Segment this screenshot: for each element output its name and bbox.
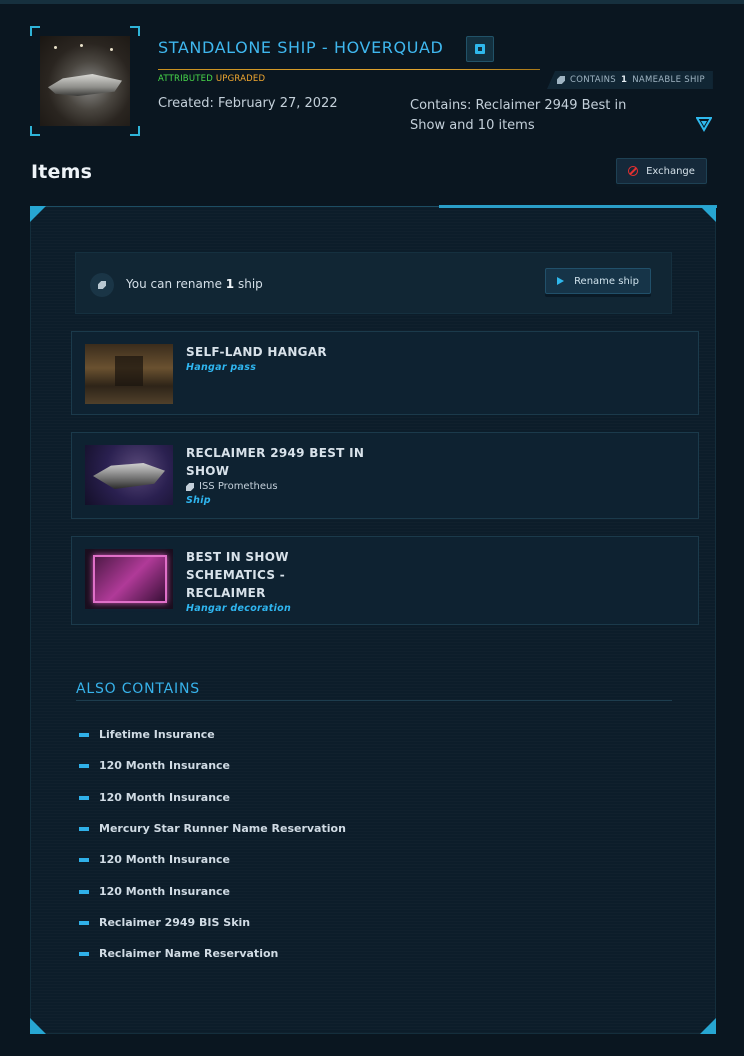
rename-count: 1	[225, 277, 235, 291]
also-item-label: Lifetime Insurance	[99, 728, 215, 741]
ship-name-row: ISS Prometheus	[186, 480, 366, 494]
package-thumbnail[interactable]	[30, 26, 140, 136]
also-contains-divider	[76, 700, 672, 701]
dash-icon	[79, 795, 89, 800]
panel-corner	[700, 206, 716, 222]
dash-icon	[79, 826, 89, 831]
also-item: Reclaimer 2949 BIS Skin	[79, 916, 250, 929]
panel-corner	[700, 1018, 716, 1034]
hoverquad-image	[40, 36, 130, 126]
nameable-ship-badge: CONTAINS 1 NAMEABLE SHIP	[547, 71, 713, 89]
also-item-label: 120 Month Insurance	[99, 885, 231, 898]
rename-suffix: ship	[237, 277, 263, 291]
also-item-label: Reclaimer 2949 BIS Skin	[99, 916, 251, 929]
package-tags: ATTRIBUTED UPGRADED	[158, 74, 265, 84]
item-type: Hangar pass	[186, 362, 257, 373]
item-name: BEST IN SHOW SCHEMATICS - RECLAIMER	[186, 550, 289, 600]
rename-prefix: You can rename	[126, 277, 222, 291]
also-item: 120 Month Insurance	[79, 791, 230, 804]
panel-top-border	[45, 206, 439, 207]
ship-shape	[93, 463, 165, 489]
panel-top-accent	[439, 205, 717, 208]
item-info: RECLAIMER 2949 BEST IN SHOW ISS Promethe…	[186, 444, 366, 507]
item-name: SELF-LAND HANGAR	[186, 345, 327, 359]
title-underline	[158, 69, 540, 70]
attributed-tag: ATTRIBUTED	[158, 74, 213, 84]
item-info: SELF-LAND HANGAR Hangar pass	[186, 343, 366, 374]
item-info: BEST IN SHOW SCHEMATICS - RECLAIMER Hang…	[186, 548, 306, 615]
nameable-prefix: CONTAINS	[570, 75, 616, 85]
dash-icon	[79, 889, 89, 894]
item-card-hangar[interactable]: SELF-LAND HANGAR Hangar pass	[71, 331, 699, 415]
tag-icon	[98, 281, 106, 289]
contains-summary: Contains: Reclaimer 2949 Best in Show an…	[410, 98, 627, 133]
package-title[interactable]: STANDALONE SHIP - HOVERQUAD	[158, 38, 443, 57]
items-panel: You can rename 1 ship Rename ship SELF-L…	[30, 205, 717, 1034]
play-icon	[557, 277, 565, 285]
rename-tag-badge	[90, 273, 114, 297]
chip-button[interactable]	[466, 36, 494, 62]
rename-text: You can rename 1 ship	[126, 277, 263, 291]
top-divider	[0, 0, 744, 4]
chip-icon	[475, 44, 485, 54]
also-item: 120 Month Insurance	[79, 853, 230, 866]
also-item-label: 120 Month Insurance	[99, 759, 231, 772]
exchange-label: Exchange	[646, 165, 695, 177]
item-type: Hangar decoration	[186, 603, 292, 614]
also-item-label: 120 Month Insurance	[99, 853, 231, 866]
hangar-light	[54, 46, 57, 49]
hangar-light	[80, 44, 83, 47]
item-card-ship[interactable]: RECLAIMER 2949 BEST IN SHOW ISS Promethe…	[71, 432, 699, 519]
also-item-label: Reclaimer Name Reservation	[99, 947, 279, 960]
dash-icon	[79, 920, 89, 925]
expand-chevron-icon[interactable]	[696, 116, 712, 132]
hangar-image	[85, 344, 173, 404]
schematic-frame	[93, 555, 167, 603]
also-item: Mercury Star Runner Name Reservation	[79, 822, 346, 835]
schematics-image	[85, 549, 173, 609]
rename-ship-button[interactable]: Rename ship	[545, 268, 651, 294]
also-item-label: Mercury Star Runner Name Reservation	[99, 822, 346, 835]
frame-corner	[130, 26, 140, 36]
also-item: 120 Month Insurance	[79, 759, 230, 772]
also-contains-heading: ALSO CONTAINS	[76, 681, 200, 697]
frame-corner	[30, 26, 40, 36]
also-item: Lifetime Insurance	[79, 728, 215, 741]
dash-icon	[79, 732, 89, 737]
tag-icon	[186, 483, 194, 491]
hangar-light	[110, 48, 113, 51]
frame-corner	[130, 126, 140, 136]
exchange-button[interactable]: Exchange	[616, 158, 707, 184]
dash-icon	[79, 763, 89, 768]
ban-icon	[628, 166, 639, 176]
dash-icon	[79, 951, 89, 956]
ship-custom-name: ISS Prometheus	[199, 481, 278, 492]
upgraded-tag: UPGRADED	[215, 74, 266, 84]
panel-corner	[30, 206, 46, 222]
rename-notice: You can rename 1 ship Rename ship	[75, 252, 672, 314]
also-item: Reclaimer Name Reservation	[79, 947, 278, 960]
tag-icon	[557, 76, 565, 84]
created-date: Created: February 27, 2022	[158, 96, 338, 111]
panel-corner	[30, 1018, 46, 1034]
nameable-suffix: NAMEABLE SHIP	[632, 75, 705, 85]
frame-corner	[30, 126, 40, 136]
items-heading: Items	[31, 161, 93, 183]
reclaimer-image	[85, 445, 173, 505]
item-type: Ship	[186, 495, 211, 506]
also-item: 120 Month Insurance	[79, 885, 230, 898]
nameable-count: 1	[621, 75, 628, 85]
ship-shape	[48, 74, 122, 96]
also-item-label: 120 Month Insurance	[99, 791, 231, 804]
rename-button-label: Rename ship	[574, 275, 639, 287]
item-card-decoration[interactable]: BEST IN SHOW SCHEMATICS - RECLAIMER Hang…	[71, 536, 699, 625]
item-name: RECLAIMER 2949 BEST IN SHOW	[186, 446, 365, 478]
dash-icon	[79, 857, 89, 862]
